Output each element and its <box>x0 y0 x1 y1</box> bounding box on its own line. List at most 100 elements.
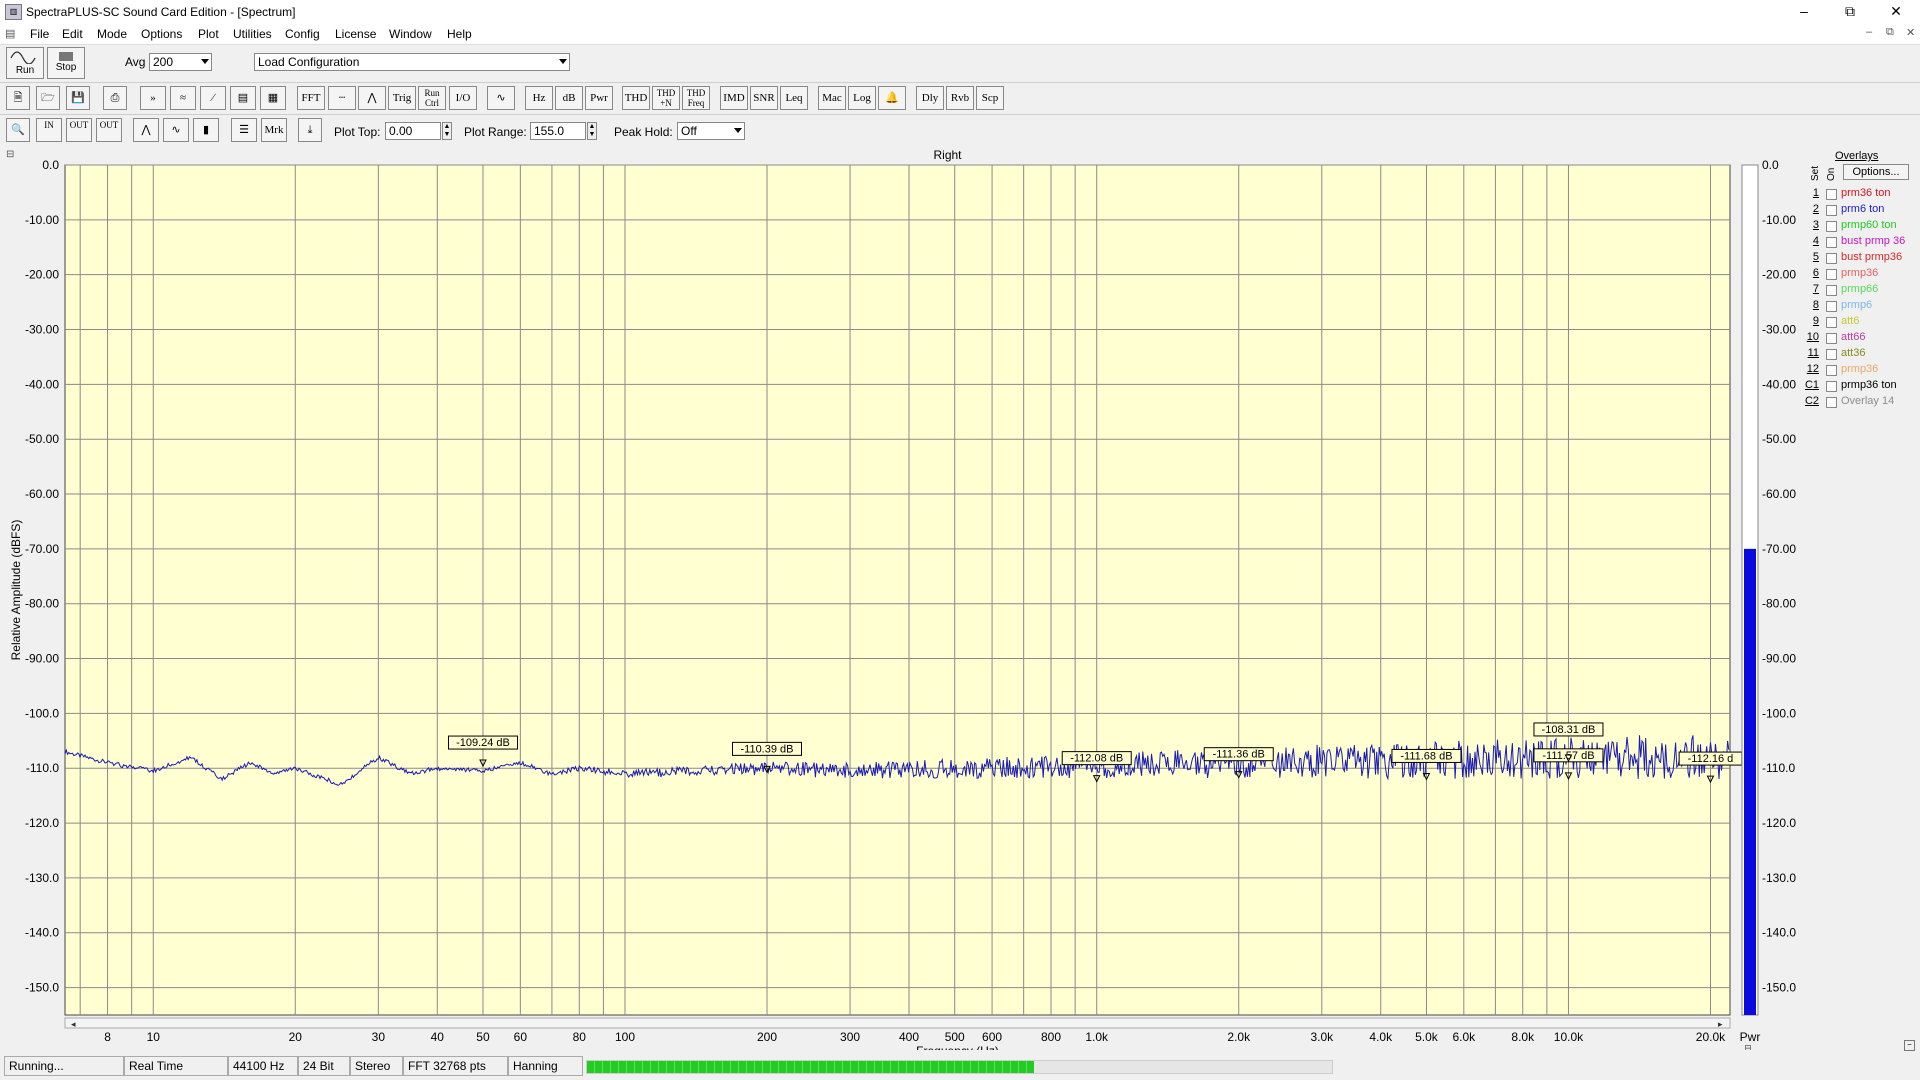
overlay-set-number[interactable]: 6 <box>1803 267 1819 279</box>
imd-button[interactable]: IMD <box>720 86 748 110</box>
io-button[interactable]: I/O <box>449 86 477 110</box>
waterfall-icon[interactable]: ▤ <box>230 86 256 110</box>
overlay-checkbox[interactable] <box>1826 237 1837 248</box>
dly-button[interactable]: Dly <box>916 86 944 110</box>
thd-freq-button[interactable]: THD Freq <box>682 86 710 110</box>
run-ctrl-button[interactable]: Run Ctrl <box>418 86 446 110</box>
snr-button[interactable]: SNR <box>750 86 778 110</box>
overlay-set-number[interactable]: C2 <box>1803 395 1819 407</box>
overlay-checkbox[interactable] <box>1826 205 1837 216</box>
overlay-checkbox[interactable] <box>1826 189 1837 200</box>
phase-icon[interactable]: ⋀ <box>358 86 386 110</box>
pwr-button[interactable]: Pwr <box>585 86 613 110</box>
plot-top-spinner[interactable]: ▲ ▼ <box>442 122 452 140</box>
overlay-options-button[interactable]: Options... <box>1843 164 1909 180</box>
menu-plot[interactable]: Plot <box>198 27 219 41</box>
menu-mode[interactable]: Mode <box>97 27 127 41</box>
zoom-out-x-button[interactable]: OUT <box>66 118 92 142</box>
menu-options[interactable]: Options <box>141 27 182 41</box>
hz-button[interactable]: Hz <box>525 86 553 110</box>
plot-range-spinner[interactable]: ▲ ▼ <box>587 122 597 140</box>
save-icon[interactable]: 💾 <box>66 86 90 110</box>
overlay-set-number[interactable]: 12 <box>1803 363 1819 375</box>
menu-edit[interactable]: Edit <box>62 27 83 41</box>
overlay-set-number[interactable]: 10 <box>1803 331 1819 343</box>
overlay-set-number[interactable]: 3 <box>1803 219 1819 231</box>
scp-button[interactable]: Scp <box>976 86 1004 110</box>
fast-forward-icon[interactable]: » <box>140 86 166 110</box>
menu-config[interactable]: Config <box>285 27 320 41</box>
zoom-icon[interactable]: 🔍 <box>6 118 30 142</box>
overlay-set-number[interactable]: 5 <box>1803 251 1819 263</box>
overlay-checkbox[interactable] <box>1826 317 1837 328</box>
app-icon[interactable]: ▥ <box>5 4 22 20</box>
overlay-checkbox[interactable] <box>1826 285 1837 296</box>
overlay-set-number[interactable]: 9 <box>1803 315 1819 327</box>
menu-utilities[interactable]: Utilities <box>233 27 272 41</box>
overlay-set-number[interactable]: C1 <box>1803 379 1819 391</box>
overlay-checkbox[interactable] <box>1826 333 1837 344</box>
thd-n-button[interactable]: THD +N <box>652 86 680 110</box>
print-icon[interactable]: ⎙ <box>103 86 127 110</box>
db-button[interactable]: dB <box>555 86 583 110</box>
plot-top-input[interactable]: 0.00 <box>385 122 441 140</box>
collapse-icon[interactable]: − <box>1904 1040 1915 1051</box>
new-icon[interactable]: 🗎 <box>6 86 30 110</box>
leq-button[interactable]: Leq <box>780 86 808 110</box>
mdi-restore-icon[interactable]: ⧉ <box>1886 26 1894 39</box>
stop-button[interactable]: Stop <box>47 47 85 79</box>
thd-button[interactable]: THD <box>622 86 650 110</box>
generator-icon[interactable]: ∿ <box>487 86 515 110</box>
menu-help[interactable]: Help <box>447 27 472 41</box>
avg-select[interactable]: 200 <box>149 53 212 71</box>
bell-icon[interactable]: 🔔 <box>878 86 906 110</box>
overlay-set-number[interactable]: 1 <box>1803 187 1819 199</box>
list-icon[interactable]: ☰ <box>231 118 257 142</box>
marker-button[interactable]: Mrk <box>261 118 287 142</box>
plot-top-icon[interactable]: ⤓ <box>298 118 322 142</box>
overlay-set-number[interactable]: 2 <box>1803 203 1819 215</box>
mdi-close-icon[interactable]: ✕ <box>1906 26 1915 39</box>
overlay-set-number[interactable]: 8 <box>1803 299 1819 311</box>
menu-window[interactable]: Window <box>389 27 432 41</box>
on-header: On <box>1826 167 1837 181</box>
overlay-checkbox[interactable] <box>1826 253 1837 264</box>
run-button[interactable]: Run <box>6 47 44 79</box>
overlay-checkbox[interactable] <box>1826 269 1837 280</box>
bar-plot-icon[interactable]: ▮ <box>193 118 219 142</box>
open-icon[interactable]: 🗁 <box>36 86 60 110</box>
overlay-checkbox[interactable] <box>1826 381 1837 392</box>
overlay-checkbox[interactable] <box>1826 365 1837 376</box>
zoom-in-x-button[interactable]: IN <box>36 118 62 142</box>
spectrogram-icon[interactable]: ▦ <box>260 86 286 110</box>
peak-icon[interactable]: ⋀ <box>133 118 159 142</box>
plot-range-input[interactable]: 155.0 <box>530 122 586 140</box>
restore-button[interactable]: ⧉ <box>1827 0 1873 24</box>
mdi-minimize-icon[interactable]: – <box>1866 26 1872 38</box>
trig-button[interactable]: Trig <box>388 86 416 110</box>
average-icon[interactable]: ≈ <box>170 86 196 110</box>
overlay-checkbox[interactable] <box>1826 301 1837 312</box>
zoom-out-full-button[interactable]: OUT <box>96 118 122 142</box>
y-tick-label: -130.0 <box>25 871 59 885</box>
time-series-icon[interactable]: ┄ <box>328 86 356 110</box>
peak-hold-select[interactable]: Off <box>677 122 745 140</box>
minimize-button[interactable]: – <box>1781 0 1827 24</box>
menu-license[interactable]: License <box>335 27 376 41</box>
rvb-button[interactable]: Rvb <box>946 86 974 110</box>
overlay-checkbox[interactable] <box>1826 349 1837 360</box>
line-plot-icon[interactable]: ∿ <box>163 118 189 142</box>
log-button[interactable]: Log <box>848 86 876 110</box>
configuration-select[interactable]: Load Configuration <box>254 53 570 71</box>
overlay-checkbox[interactable] <box>1826 221 1837 232</box>
overlay-set-number[interactable]: 11 <box>1803 347 1819 359</box>
overlay-checkbox[interactable] <box>1826 397 1837 408</box>
fft-button[interactable]: FFT <box>297 86 325 110</box>
slope-icon[interactable]: ∕ <box>200 86 226 110</box>
overlay-set-number[interactable]: 4 <box>1803 235 1819 247</box>
menu-file[interactable]: File <box>30 27 49 41</box>
close-button[interactable]: ✕ <box>1873 0 1919 24</box>
mac-button[interactable]: Mac <box>818 86 846 110</box>
document-icon[interactable]: ▤ <box>5 27 15 40</box>
overlay-set-number[interactable]: 7 <box>1803 283 1819 295</box>
